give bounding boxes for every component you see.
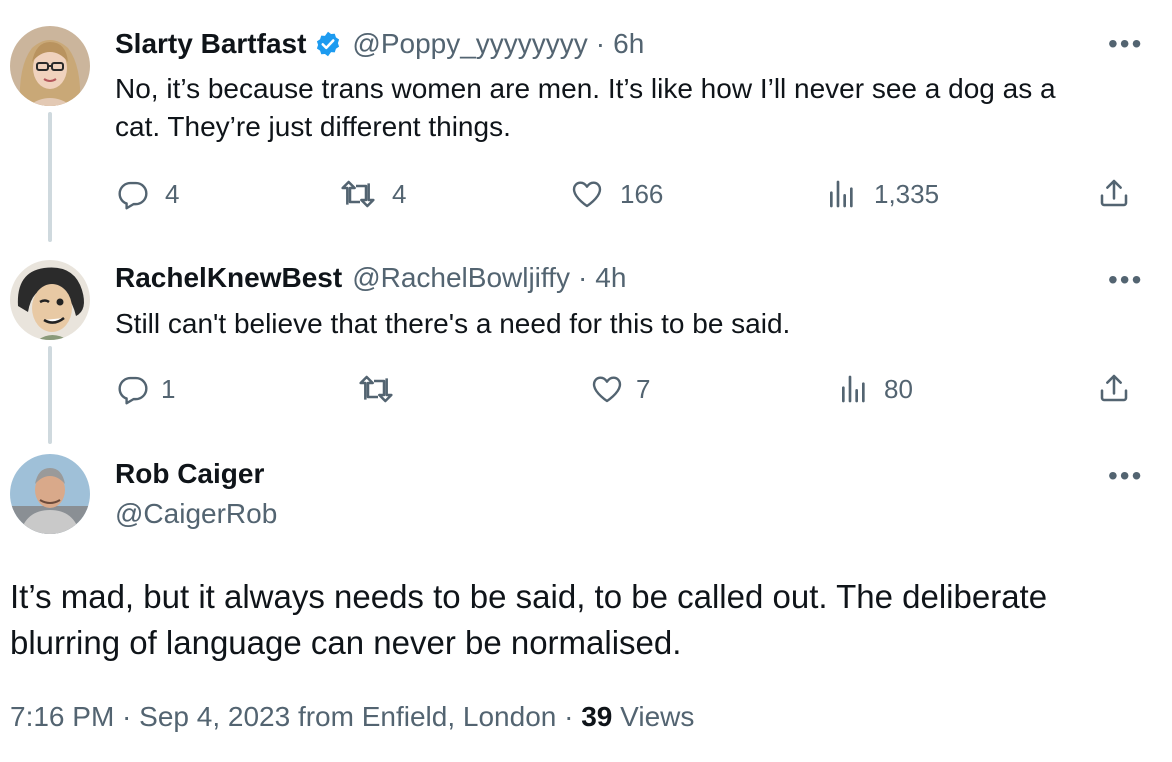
avatar-cartoon-icon: [10, 260, 90, 340]
avatar[interactable]: [10, 26, 90, 106]
reply-button[interactable]: 4: [117, 178, 179, 210]
timestamp[interactable]: 4h: [595, 262, 626, 294]
retweet-button[interactable]: 4: [340, 178, 406, 210]
views-bar-chart-icon: [842, 375, 865, 403]
views-count: 39: [581, 701, 613, 732]
display-name[interactable]: Rob Caiger: [115, 458, 264, 490]
tweet-text-line: No, it’s because trans women are men. It…: [115, 73, 1056, 104]
views-count: 80: [884, 373, 913, 404]
retweet-icon: [359, 375, 393, 403]
thread-line-1: [48, 112, 52, 242]
time-separator: ·: [577, 262, 588, 293]
thread-line-2: [48, 346, 52, 444]
share-button[interactable]: [1098, 176, 1130, 210]
like-count: 7: [636, 373, 651, 404]
reply-icon: [118, 376, 148, 405]
views-label: Views: [620, 701, 695, 732]
verified-badge-icon: [314, 30, 342, 58]
more-dots-icon[interactable]: •••: [1108, 462, 1143, 490]
avatar[interactable]: [10, 454, 90, 534]
retweet-count: 4: [392, 178, 407, 209]
views-button[interactable]: 80: [838, 373, 913, 405]
reply-icon: [118, 181, 148, 210]
avatar-photo-icon: [10, 26, 90, 106]
like-count: 166: [620, 178, 664, 209]
retweet-button[interactable]: [358, 373, 410, 405]
tweet-text-line: cat. They’re just different things.: [115, 111, 511, 142]
retweet-icon: [341, 180, 375, 208]
meta-separator: ·: [564, 701, 574, 732]
more-dots-icon[interactable]: •••: [1108, 30, 1143, 58]
timestamp[interactable]: 6h: [613, 28, 644, 60]
like-button[interactable]: 166: [570, 178, 663, 210]
share-icon: [1100, 179, 1128, 207]
reply-count: 1: [161, 373, 176, 404]
tweet-text-line: It’s mad, but it always needs to be said…: [10, 578, 1048, 615]
reply-button[interactable]: 1: [117, 373, 175, 405]
heart-icon: [592, 376, 622, 403]
reply-count: 4: [165, 178, 180, 209]
avatar[interactable]: [10, 260, 90, 340]
views-count: 1,335: [874, 178, 940, 209]
share-button[interactable]: [1098, 371, 1130, 405]
handle[interactable]: @Poppy_yyyyyyyy: [352, 28, 587, 60]
handle[interactable]: @CaigerRob: [115, 498, 277, 530]
heart-icon: [572, 181, 602, 208]
tweet-timestamp[interactable]: 7:16 PM · Sep 4, 2023 from Enfield, Lond…: [10, 701, 556, 732]
more-dots-icon[interactable]: •••: [1108, 266, 1143, 294]
handle[interactable]: @RachelBowljiffy: [352, 262, 570, 294]
like-button[interactable]: 7: [590, 373, 650, 405]
display-name[interactable]: RachelKnewBest: [115, 262, 342, 294]
tweet-text-line: Still can't believe that there's a need …: [115, 308, 791, 339]
tweet-text-line: blurring of language can never be normal…: [10, 624, 682, 661]
views-button[interactable]: 1,335: [826, 178, 939, 210]
time-separator: ·: [595, 28, 606, 59]
share-icon: [1100, 374, 1128, 402]
views-bar-chart-icon: [830, 180, 853, 208]
avatar-photo-icon: [10, 454, 90, 534]
display-name[interactable]: Slarty Bartfast: [115, 28, 306, 60]
